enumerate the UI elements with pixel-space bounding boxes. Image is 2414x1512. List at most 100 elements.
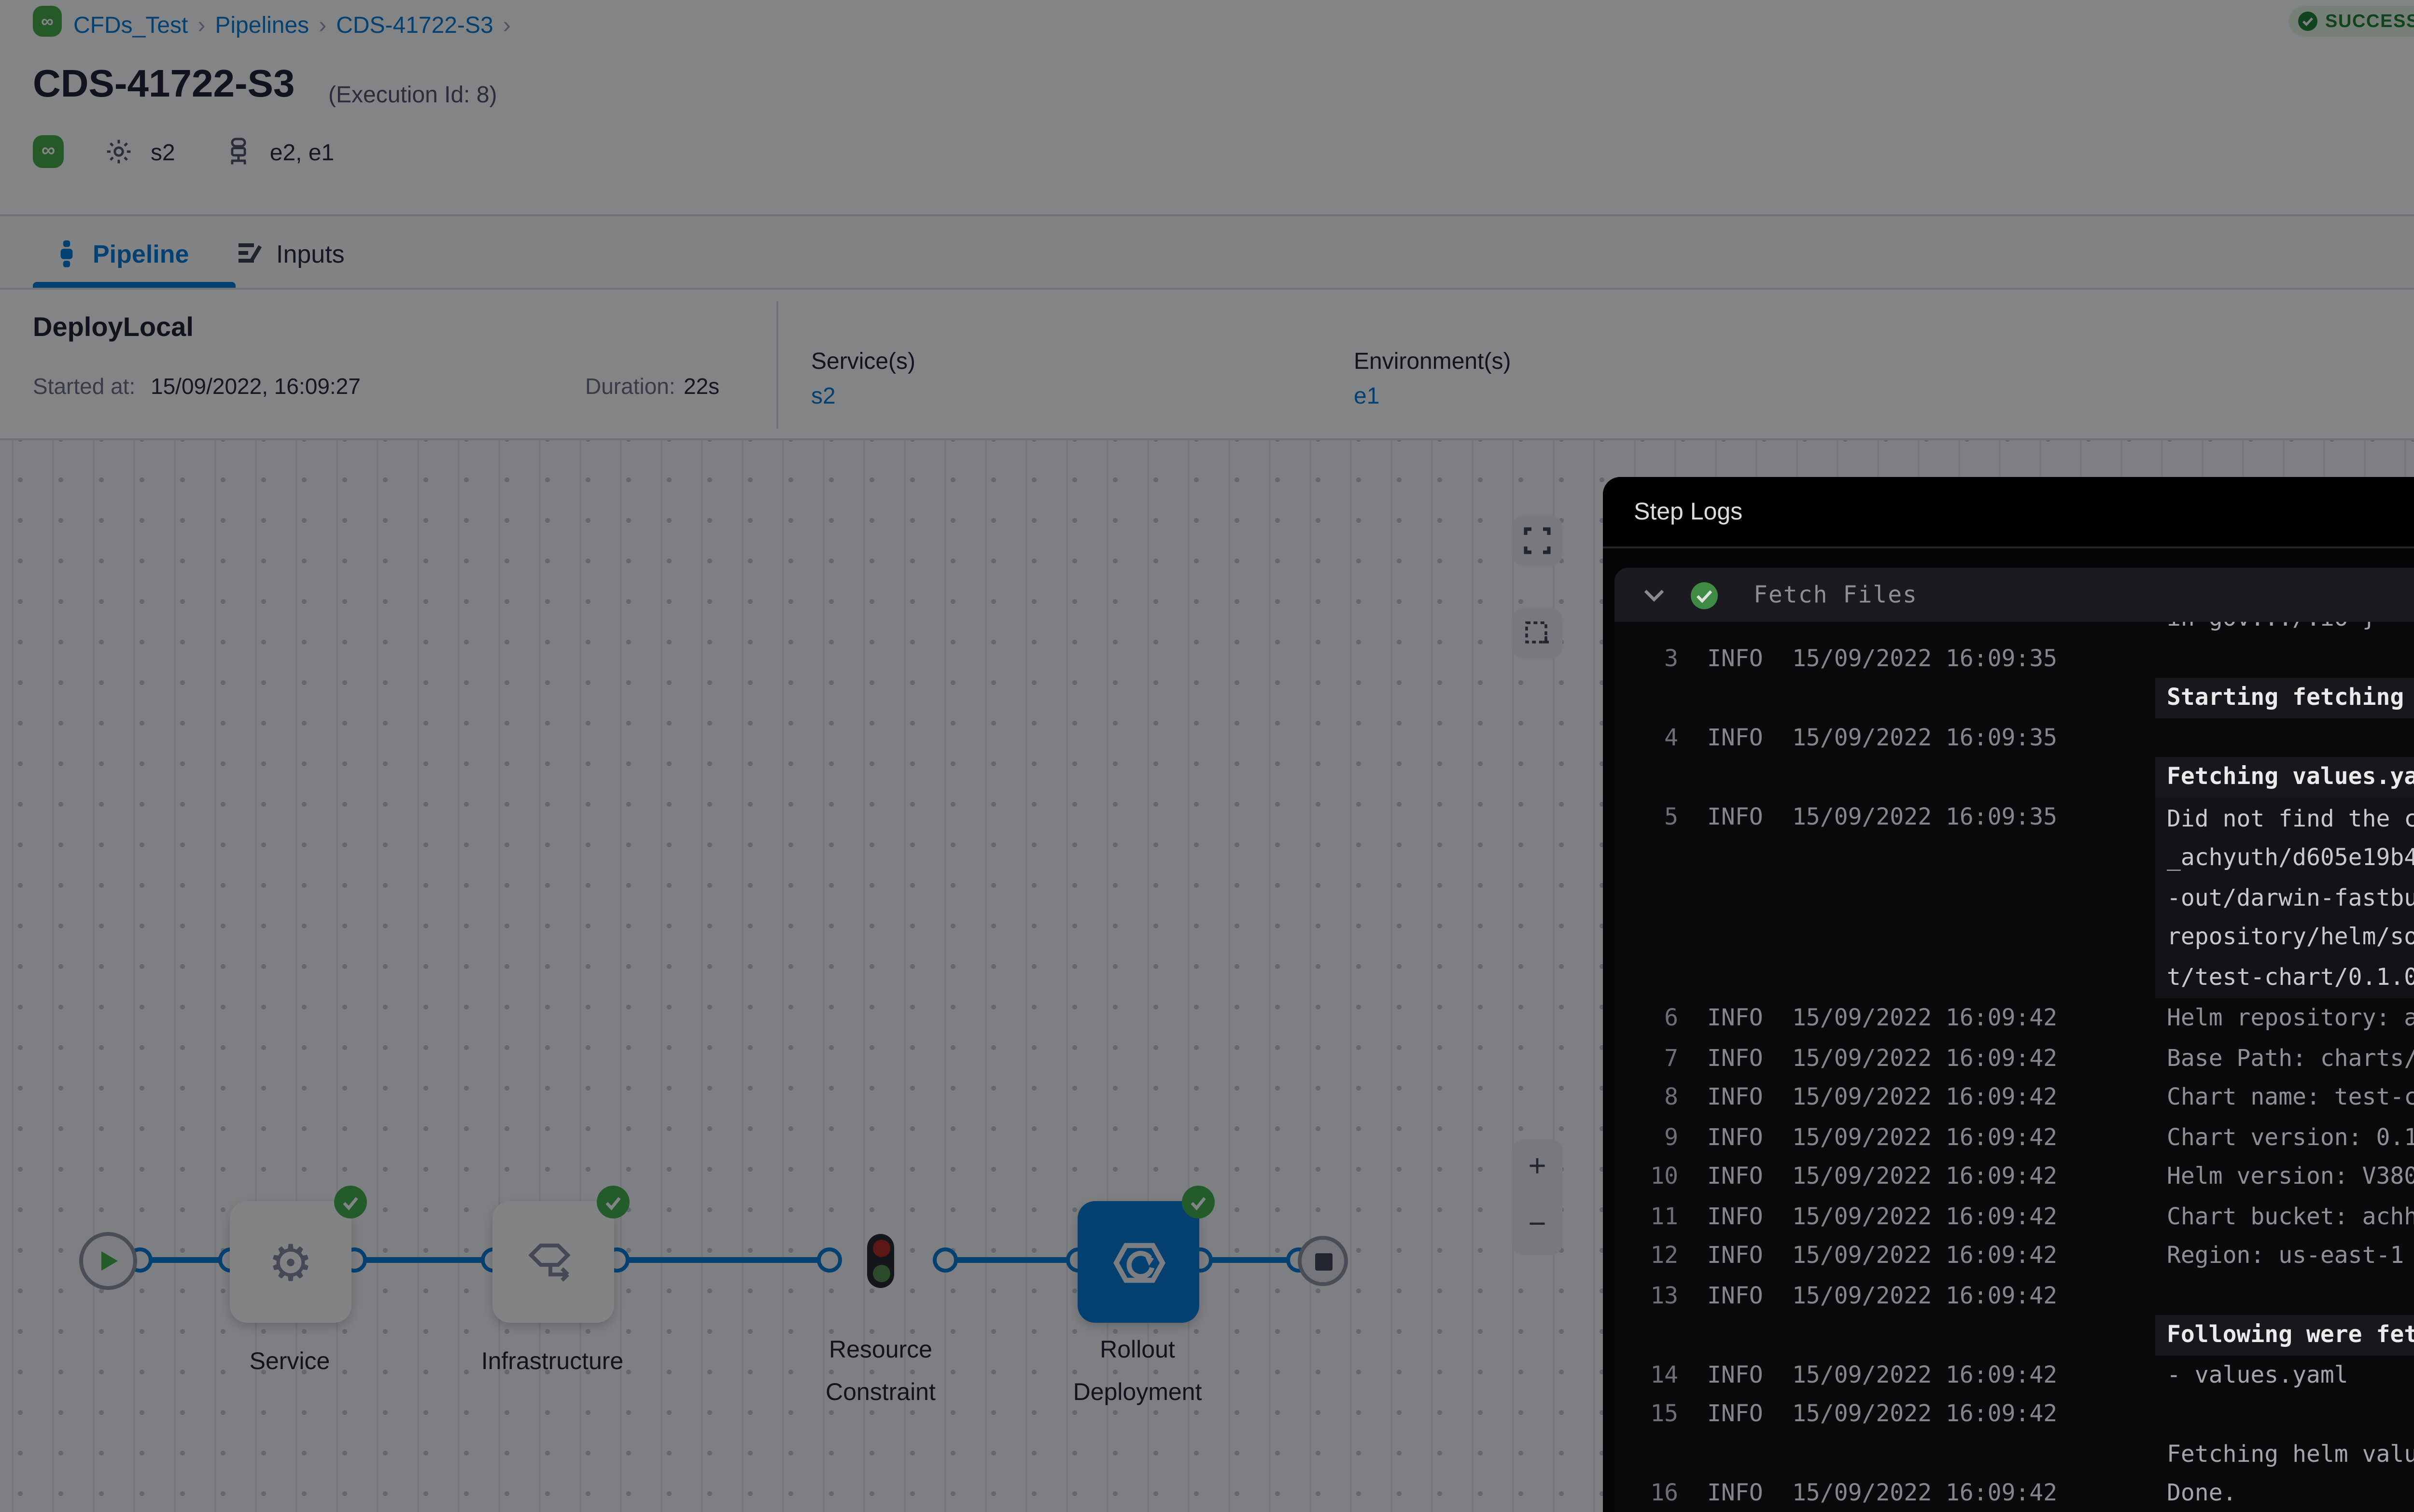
- log-level: [1707, 1434, 1765, 1473]
- log-message: [2167, 1275, 2414, 1315]
- log-line-number: 15: [1632, 1394, 1678, 1434]
- log-timestamp: 15/09/2022 16:09:42: [1792, 1355, 2059, 1394]
- log-level: INFO: [1707, 1196, 1765, 1236]
- log-line: 14 INFO 15/09/2022 16:09:42 - values.yaml: [1614, 1355, 2414, 1394]
- log-line-number: [1632, 757, 1678, 797]
- log-line-number: 13: [1632, 1275, 1678, 1315]
- log-message: Helm version: V380: [2167, 1157, 2414, 1196]
- log-timestamp: [1792, 1315, 2059, 1355]
- log-level: INFO: [1707, 1394, 1765, 1434]
- log-level: INFO: [1707, 1236, 1765, 1275]
- log-message: Following were fetched successfully :: [2167, 1315, 2414, 1355]
- log-body: Fetch Files 9s in gov.../.io }3INFO15/09…: [1614, 568, 2414, 1512]
- log-message: [2167, 1394, 2414, 1434]
- log-level: INFO: [1707, 1473, 1765, 1512]
- log-level: [1707, 678, 1765, 717]
- log-line-number: 11: [1632, 1196, 1678, 1236]
- log-message: Chart name: test-chart: [2167, 1078, 2414, 1117]
- log-message: Region: us-east-1: [2167, 1236, 2414, 1275]
- log-line: 7 INFO 15/09/2022 16:09:42 Base Path: chart…: [1614, 1038, 2414, 1078]
- log-line-number: [1632, 1434, 1678, 1473]
- step-logs-drawer: Step Logs Console View Fetch Files 9s in…: [1603, 477, 2414, 1512]
- log-message: Fetching values.yaml from helm chart rep…: [2167, 757, 2414, 797]
- log-line: 5 INFO 15/09/2022 16:09:35 Did not find the…: [1614, 797, 2414, 998]
- log-line: 16 INFO 15/09/2022 16:09:42 Done.: [1614, 1473, 2414, 1512]
- log-line: 4 INFO 15/09/2022 16:09:35: [1614, 717, 2414, 757]
- log-timestamp: 15/09/2022 16:09:42: [1792, 1038, 2059, 1078]
- log-drawer-header: Step Logs Console View: [1603, 477, 2414, 548]
- log-message: - values.yaml: [2167, 1355, 2414, 1394]
- log-line: Starting fetching Helm values: [1614, 678, 2414, 717]
- log-line: 11 INFO 15/09/2022 16:09:42 Chart bucket: a…: [1614, 1196, 2414, 1236]
- log-timestamp: 15/09/2022 16:09:42: [1792, 1275, 2059, 1315]
- log-timestamp: 15/09/2022 16:09:42: [1792, 998, 2059, 1038]
- log-message: Helm repository: aws-qa-setup-modified: [2167, 998, 2414, 1038]
- log-line-number: 7: [1632, 1038, 1678, 1078]
- log-level: INFO: [1707, 1275, 1765, 1315]
- log-line-number: 6: [1632, 998, 1678, 1038]
- log-line: 8 INFO 15/09/2022 16:09:42 Chart name: test…: [1614, 1078, 2414, 1117]
- log-level: INFO: [1707, 1078, 1765, 1117]
- log-line: Fetching helm values completed successfu…: [1614, 1434, 2414, 1473]
- log-timestamp: 15/09/2022 16:09:42: [1792, 1196, 2059, 1236]
- log-line: 3 INFO 15/09/2022 16:09:35: [1614, 638, 2414, 678]
- log-line-number: 4: [1632, 717, 1678, 757]
- log-section-header[interactable]: Fetch Files 9s: [1614, 568, 2414, 622]
- log-level: INFO: [1707, 638, 1765, 678]
- log-message: [2167, 638, 2414, 678]
- log-message: [2167, 717, 2414, 757]
- log-timestamp: 15/09/2022 16:09:42: [1792, 1078, 2059, 1117]
- log-line-number: 12: [1632, 1236, 1678, 1275]
- log-line-number: [1632, 1315, 1678, 1355]
- log-line: 6 INFO 15/09/2022 16:09:42 Helm repository:…: [1614, 998, 2414, 1038]
- log-level: INFO: [1707, 717, 1765, 757]
- log-timestamp: [1792, 678, 2059, 717]
- log-level: [1707, 1315, 1765, 1355]
- log-line: 15 INFO 15/09/2022 16:09:42: [1614, 1394, 2414, 1434]
- log-timestamp: 15/09/2022 16:09:42: [1792, 1394, 2059, 1434]
- log-message: Done.: [2167, 1473, 2414, 1512]
- log-timestamp: [1792, 757, 2059, 797]
- log-line-number: 9: [1632, 1117, 1678, 1157]
- log-timestamp: 15/09/2022 16:09:42: [1792, 1473, 2059, 1512]
- log-message: Chart bucket: achhelmbucket: [2167, 1196, 2414, 1236]
- log-timestamp: 15/09/2022 16:09:35: [1792, 638, 2059, 678]
- app-root: ∞ CFDs_Test › Pipelines › CDS-41722-S3 ›…: [0, 0, 2414, 1512]
- log-line: Following were fetched successfully :: [1614, 1315, 2414, 1355]
- log-level: INFO: [1707, 797, 1765, 998]
- log-message: Chart version: 0.1.0: [2167, 1117, 2414, 1157]
- log-message: Fetching helm values completed successfu…: [2167, 1434, 2414, 1473]
- log-rows: in gov.../.io }3INFO15/09/2022 16:09:35S…: [1614, 568, 2414, 1512]
- log-line-number: 8: [1632, 1078, 1678, 1117]
- log-line-number: 14: [1632, 1355, 1678, 1394]
- log-section-title: Fetch Files: [1754, 581, 1918, 608]
- step-success-icon: [1690, 580, 1719, 609]
- log-message: Did not find the chart and version in lo…: [2167, 797, 2414, 998]
- log-line-number: [1632, 678, 1678, 717]
- log-level: INFO: [1707, 1117, 1765, 1157]
- log-line: 10 INFO 15/09/2022 16:09:42 Helm version: V…: [1614, 1157, 2414, 1196]
- log-line-number: 10: [1632, 1157, 1678, 1196]
- log-level: INFO: [1707, 1038, 1765, 1078]
- log-timestamp: 15/09/2022 16:09:42: [1792, 1236, 2059, 1275]
- log-timestamp: 15/09/2022 16:09:35: [1792, 797, 2059, 998]
- log-level: INFO: [1707, 1355, 1765, 1394]
- log-timestamp: 15/09/2022 16:09:35: [1792, 717, 2059, 757]
- log-line: 12 INFO 15/09/2022 16:09:42 Region: us-east…: [1614, 1236, 2414, 1275]
- log-level: INFO: [1707, 1157, 1765, 1196]
- log-message: Base Path: charts/: [2167, 1038, 2414, 1078]
- log-timestamp: 15/09/2022 16:09:42: [1792, 1117, 2059, 1157]
- log-message: Starting fetching Helm values: [2167, 678, 2414, 717]
- log-level: INFO: [1707, 998, 1765, 1038]
- log-line-number: 5: [1632, 797, 1678, 998]
- log-line: Fetching values.yaml from helm chart rep…: [1614, 757, 2414, 797]
- log-line: 9 INFO 15/09/2022 16:09:42 Chart version: 0…: [1614, 1117, 2414, 1157]
- log-panel-title: Step Logs: [1634, 498, 1742, 525]
- log-line-number: 3: [1632, 638, 1678, 678]
- log-level: [1707, 757, 1765, 797]
- log-timestamp: 15/09/2022 16:09:42: [1792, 1157, 2059, 1196]
- log-timestamp: [1792, 1434, 2059, 1473]
- log-line: 13 INFO 15/09/2022 16:09:42: [1614, 1275, 2414, 1315]
- chevron-down-icon[interactable]: [1643, 588, 1665, 602]
- log-line-number: 16: [1632, 1473, 1678, 1512]
